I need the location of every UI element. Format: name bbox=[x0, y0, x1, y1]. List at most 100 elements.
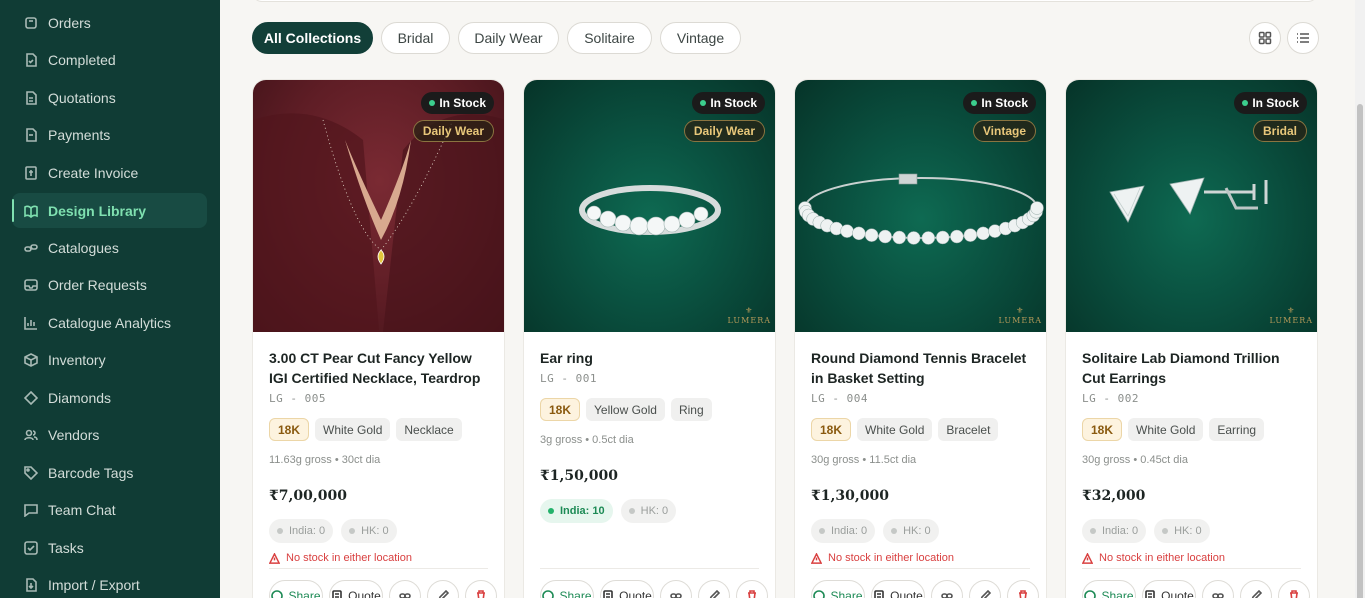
edit-button[interactable] bbox=[969, 580, 1001, 598]
product-title[interactable]: Round Diamond Tennis Bracelet in Basket … bbox=[811, 348, 1035, 388]
quote-button[interactable]: Quote bbox=[1142, 580, 1196, 598]
brand-logo: ⚜ LUMERA bbox=[999, 306, 1042, 326]
sidebar-item-design-library[interactable]: Design Library bbox=[12, 193, 207, 228]
quote-button[interactable]: Quote bbox=[600, 580, 654, 598]
edit-button[interactable] bbox=[427, 580, 459, 598]
diamond-icon bbox=[24, 390, 38, 405]
copy-link-button[interactable] bbox=[931, 580, 963, 598]
sidebar-item-catalogue-analytics[interactable]: Catalogue Analytics bbox=[12, 305, 207, 340]
link-icon bbox=[670, 593, 682, 598]
in-stock-badge: In Stock bbox=[963, 92, 1036, 114]
filter-solitaire[interactable]: Solitaire bbox=[567, 22, 652, 54]
share-button[interactable]: Share bbox=[811, 580, 865, 598]
stock-india: India: 0 bbox=[269, 519, 334, 543]
weight-info: 30g gross • 0.45ct dia bbox=[1082, 454, 1188, 466]
pencil-icon bbox=[709, 590, 720, 598]
search-bar[interactable] bbox=[252, 0, 1318, 2]
delete-button[interactable] bbox=[1278, 580, 1310, 598]
edit-button[interactable] bbox=[1240, 580, 1272, 598]
scrollbar[interactable] bbox=[1355, 0, 1365, 598]
sidebar-item-create-invoice[interactable]: Create Invoice bbox=[12, 155, 207, 190]
delete-button[interactable] bbox=[1007, 580, 1039, 598]
sidebar-item-order-requests[interactable]: Order Requests bbox=[12, 267, 207, 302]
in-stock-badge: In Stock bbox=[1234, 92, 1307, 114]
product-sku: LG - 002 bbox=[1082, 392, 1139, 405]
product-tags: 18K White Gold Necklace bbox=[269, 418, 462, 442]
bracelet-stone bbox=[950, 229, 964, 244]
scrollbar-thumb[interactable] bbox=[1357, 104, 1363, 598]
sidebar-item-orders[interactable]: Orders bbox=[12, 5, 207, 40]
product-image[interactable]: In Stock Bridal ⚜ LUMERA bbox=[1066, 80, 1317, 332]
copy-link-button[interactable] bbox=[389, 580, 421, 598]
copy-link-button[interactable] bbox=[1202, 580, 1234, 598]
product-title[interactable]: Ear ring bbox=[540, 348, 764, 368]
sidebar-item-label: Create Invoice bbox=[48, 164, 139, 181]
sidebar-item-label: Inventory bbox=[48, 351, 106, 368]
grid-icon bbox=[1258, 31, 1272, 45]
sidebar-item-catalogues[interactable]: Catalogues bbox=[12, 230, 207, 265]
sidebar-item-team-chat[interactable]: Team Chat bbox=[12, 492, 207, 527]
filter-daily-wear[interactable]: Daily Wear bbox=[458, 22, 559, 54]
product-image[interactable]: In Stock Daily Wear bbox=[253, 80, 504, 332]
product-title[interactable]: Solitaire Lab Diamond Trillion Cut Earri… bbox=[1082, 348, 1306, 388]
weight-info: 11.63g gross • 30ct dia bbox=[269, 454, 381, 466]
type-tag: Necklace bbox=[396, 418, 462, 441]
sidebar-item-label: Barcode Tags bbox=[48, 464, 134, 481]
delete-button[interactable] bbox=[465, 580, 497, 598]
sidebar-item-payments[interactable]: Payments bbox=[12, 117, 207, 152]
warning-text: No stock in either location bbox=[1099, 552, 1225, 564]
product-card[interactable]: In Stock Daily Wear 3.00 CT Pear Cut Fan… bbox=[252, 79, 505, 598]
product-card[interactable]: In Stock Vintage ⚜ LUMERA Round Diamond T… bbox=[794, 79, 1047, 598]
quote-button[interactable]: Quote bbox=[871, 580, 925, 598]
category-badge: Bridal bbox=[1252, 120, 1307, 142]
share-label: Share bbox=[559, 589, 592, 598]
trash-icon bbox=[1019, 590, 1027, 598]
divider bbox=[269, 568, 488, 569]
filter-bridal[interactable]: Bridal bbox=[381, 22, 450, 54]
stock-hk: HK: 0 bbox=[341, 519, 397, 543]
product-sku: LG - 001 bbox=[540, 372, 597, 385]
sidebar-item-vendors[interactable]: Vendors bbox=[12, 417, 207, 452]
link-icon bbox=[24, 241, 38, 255]
delete-button[interactable] bbox=[736, 580, 768, 598]
product-card[interactable]: In Stock Daily Wear ⚜ LUMERA Ear ring LG … bbox=[523, 79, 776, 598]
product-image[interactable]: In Stock Daily Wear ⚜ LUMERA bbox=[524, 80, 775, 332]
sidebar-item-barcode-tags[interactable]: Barcode Tags bbox=[12, 455, 207, 490]
weight-info: 3g gross • 0.5ct dia bbox=[540, 434, 634, 446]
product-card[interactable]: In Stock Bridal ⚜ LUMERA Solitaire Lab Di… bbox=[1065, 79, 1318, 598]
product-image[interactable]: In Stock Vintage ⚜ LUMERA bbox=[795, 80, 1046, 332]
sidebar-item-inventory[interactable]: Inventory bbox=[12, 342, 207, 377]
stock-india: India: 10 bbox=[540, 499, 613, 523]
invoice-icon bbox=[24, 165, 38, 180]
list-view-button[interactable] bbox=[1287, 22, 1319, 54]
warning-icon bbox=[811, 552, 822, 564]
warning-icon bbox=[269, 552, 280, 564]
stock-hk: HK: 0 bbox=[883, 519, 939, 543]
copy-link-button[interactable] bbox=[660, 580, 692, 598]
karat-tag: 18K bbox=[540, 398, 581, 421]
book-icon bbox=[24, 204, 38, 218]
filter-vintage[interactable]: Vintage bbox=[660, 22, 741, 54]
sidebar-item-label: Import / Export bbox=[48, 576, 140, 593]
share-button[interactable]: Share bbox=[540, 580, 594, 598]
edit-button[interactable] bbox=[698, 580, 730, 598]
inbox-icon bbox=[24, 278, 38, 292]
no-stock-warning: No stock in either location bbox=[1082, 552, 1225, 564]
sidebar-item-quotations[interactable]: Quotations bbox=[12, 80, 207, 115]
sidebar-item-tasks[interactable]: Tasks bbox=[12, 530, 207, 565]
share-button[interactable]: Share bbox=[1082, 580, 1136, 598]
weight-info: 30g gross • 11.5ct dia bbox=[811, 454, 917, 466]
sidebar-item-diamonds[interactable]: Diamonds bbox=[12, 380, 207, 415]
sidebar-item-completed[interactable]: Completed bbox=[12, 42, 207, 77]
quote-button[interactable]: Quote bbox=[329, 580, 383, 598]
brand-mark-text: LUMERA bbox=[727, 316, 771, 325]
receipt-icon bbox=[874, 590, 884, 598]
sidebar-item-import-export[interactable]: Import / Export bbox=[12, 567, 207, 598]
pencil-icon bbox=[1251, 590, 1262, 598]
product-title[interactable]: 3.00 CT Pear Cut Fancy Yellow IGI Certif… bbox=[269, 348, 493, 388]
grid-view-button[interactable] bbox=[1249, 22, 1281, 54]
product-tags: 18K White Gold Earring bbox=[1082, 418, 1265, 442]
category-badge: Daily Wear bbox=[683, 120, 765, 142]
share-button[interactable]: Share bbox=[269, 580, 323, 598]
filter-all-collections[interactable]: All Collections bbox=[252, 22, 373, 54]
